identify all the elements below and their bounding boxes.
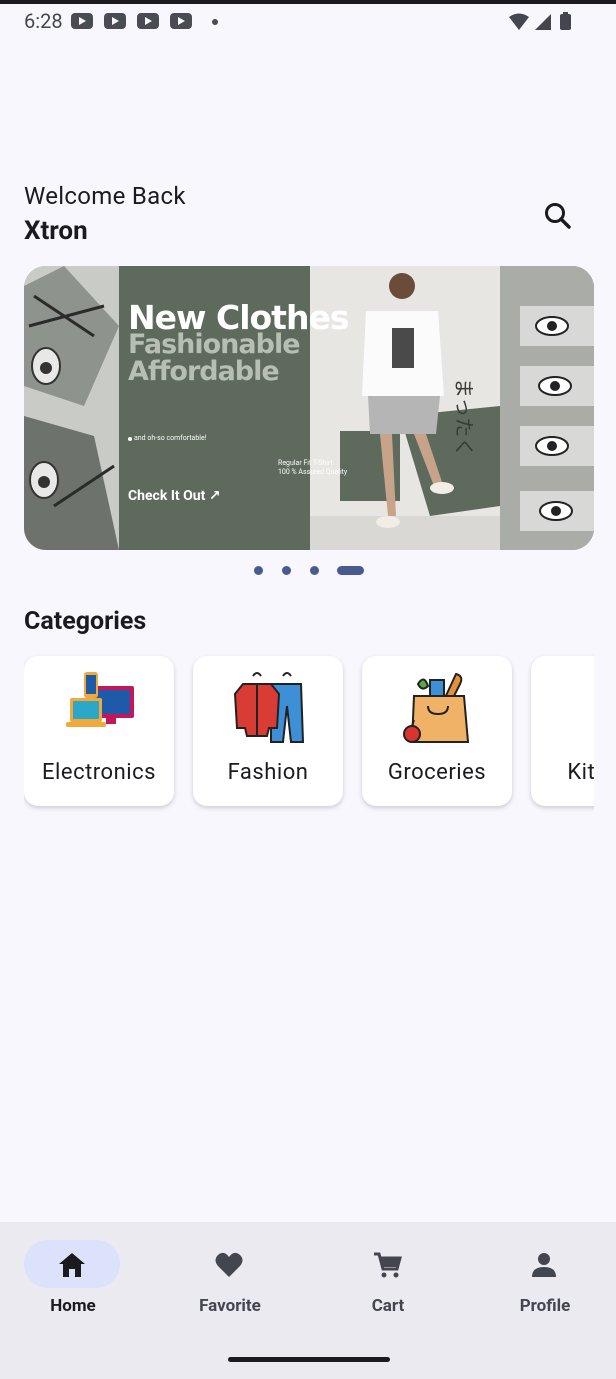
grocery-bag-icon — [403, 672, 470, 743]
nav-cart[interactable]: Cart — [315, 1240, 471, 1320]
top-edge — [0, 0, 616, 4]
electronics-icon — [66, 672, 134, 727]
carousel-dot[interactable] — [282, 566, 291, 575]
youtube-notification-icon — [104, 13, 126, 29]
search-icon — [545, 203, 571, 229]
category-card-fashion[interactable]: Fashion — [193, 656, 343, 806]
gesture-home-indicator[interactable] — [228, 1357, 390, 1362]
heart-icon — [215, 1252, 243, 1277]
categories-list[interactable]: Electronics Fashion Groceries Kitch — [24, 650, 594, 820]
banner-tagline: and oh-so comfortable! — [128, 434, 214, 443]
carousel-dot-active[interactable] — [337, 566, 364, 575]
youtube-notification-icon — [71, 13, 93, 29]
category-label: Kitchen — [567, 760, 594, 785]
nav-favorite[interactable]: Favorite — [157, 1240, 313, 1320]
category-card-kitchen[interactable]: Kitchen — [531, 656, 594, 806]
nav-label: Home — [50, 1296, 96, 1316]
welcome-text: Welcome Back — [24, 182, 186, 210]
cart-icon — [374, 1252, 402, 1278]
nav-label: Profile — [519, 1296, 571, 1316]
banner-subheadline-2: Affordable — [128, 356, 280, 387]
categories-title: Categories — [24, 607, 147, 636]
bottom-navigation: Home Favorite Cart Profile — [0, 1222, 616, 1379]
wifi-signal-battery-icon — [509, 12, 571, 30]
username: Xtron — [24, 216, 88, 246]
banner-product-info: Regular Fit T-Shirt 100 % Assured Qualit… — [278, 459, 347, 477]
category-card-electronics[interactable]: Electronics — [24, 656, 174, 806]
carousel-dot[interactable] — [310, 566, 319, 575]
banner-side-text: まったく — [452, 378, 476, 458]
youtube-notification-icon — [137, 13, 159, 29]
system-icons — [508, 12, 578, 36]
banner-product-line1: Regular Fit T-Shirt — [278, 459, 333, 467]
carousel-dot[interactable] — [254, 566, 263, 575]
status-time: 6:28 — [24, 9, 63, 33]
banner-cta[interactable]: Check It Out ↗ — [128, 488, 221, 504]
promo-banner[interactable]: New Clothes Fashionable Affordable and o… — [24, 266, 594, 550]
nav-home[interactable]: Home — [0, 1240, 156, 1320]
category-card-groceries[interactable]: Groceries — [362, 656, 512, 806]
category-label: Fashion — [227, 760, 309, 785]
person-icon — [532, 1253, 556, 1277]
kitchen-icon — [571, 670, 594, 746]
youtube-notification-icon — [170, 13, 192, 29]
more-notifications-dot — [212, 19, 218, 25]
nav-profile[interactable]: Profile — [472, 1240, 616, 1320]
nav-label: Favorite — [199, 1296, 261, 1316]
status-bar: 6:28 — [0, 6, 616, 38]
banner-anime-art-left — [24, 266, 119, 550]
home-icon — [59, 1253, 85, 1277]
nav-label: Cart — [371, 1296, 405, 1316]
banner-anime-art-right — [500, 266, 594, 550]
banner-product-line2: 100 % Assured Quality — [278, 468, 348, 476]
search-button[interactable] — [536, 194, 580, 238]
category-label: Electronics — [42, 760, 156, 785]
clothes-icon — [233, 672, 305, 743]
category-label: Groceries — [387, 760, 487, 785]
